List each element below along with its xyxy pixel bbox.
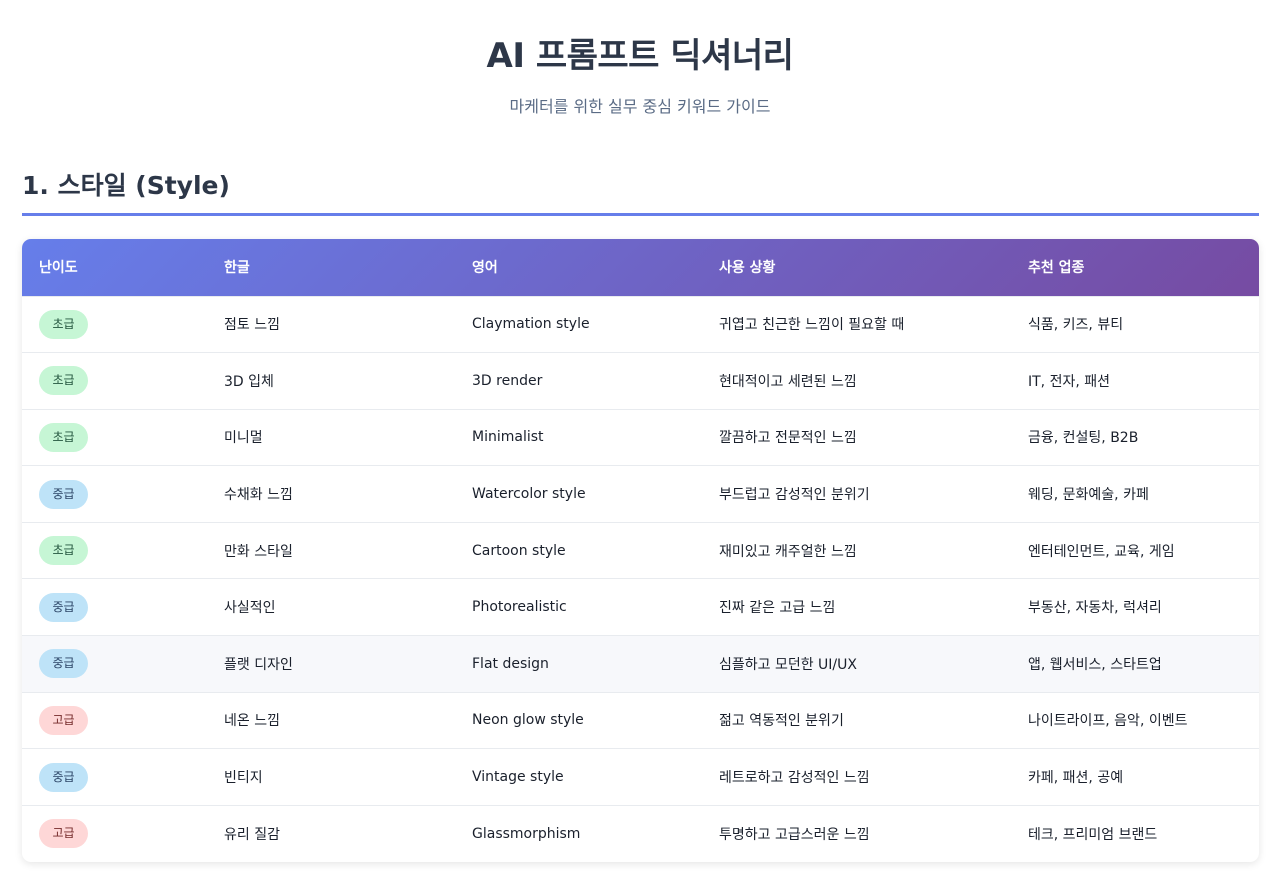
section-divider (22, 213, 1259, 216)
industry-cell: 금융, 컨설팅, B2B (1011, 408, 1259, 466)
korean-term-cell: 사실적인 (207, 578, 455, 636)
korean-term-cell: 미니멀 (207, 408, 455, 466)
page-subtitle: 마케터를 위한 실무 중심 키워드 가이드 (509, 97, 771, 116)
section-title: 1. 스타일 (Style) (22, 171, 230, 200)
table-row: 중급 빈티지 Vintage style 레트로하고 감성적인 느낌 카페, 패션, 공… (22, 748, 1259, 806)
usage-cell: 깔끔하고 전문적인 느낌 (702, 408, 1011, 466)
english-term-cell: Watercolor style (455, 465, 702, 523)
level-badge: 초급 (39, 536, 88, 566)
english-term-cell: Cartoon style (455, 521, 702, 579)
level-cell: 중급 (22, 635, 207, 693)
english-term-cell: Flat design (455, 635, 702, 693)
korean-term-cell: 수채화 느낌 (207, 465, 455, 523)
level-badge: 초급 (39, 309, 88, 339)
column-header-english: 영어 (472, 260, 498, 277)
korean-term-cell: 3D 입체 (207, 352, 455, 410)
level-badge: 중급 (39, 592, 88, 622)
style-table-card: 난이도 한글 영어 사용 상황 추천 업종 초급 점토 느낌 Claymation … (22, 239, 1259, 862)
usage-cell: 심플하고 모던한 UI/UX (702, 635, 1011, 693)
english-term-cell: Photorealistic (455, 578, 702, 636)
level-badge: 중급 (39, 649, 88, 679)
english-term-cell: Claymation style (455, 295, 702, 353)
industry-cell: 부동산, 자동차, 럭셔리 (1011, 578, 1259, 636)
english-term-cell: Glassmorphism (455, 804, 702, 862)
industry-cell: 테크, 프리미엄 브랜드 (1011, 804, 1259, 862)
korean-term-cell: 점토 느낌 (207, 295, 455, 353)
usage-cell: 재미있고 캐주얼한 느낌 (702, 521, 1011, 579)
usage-cell: 레트로하고 감성적인 느낌 (702, 748, 1011, 806)
table-row: 중급 사실적인 Photorealistic 진짜 같은 고급 느낌 부동산, 자동차,… (22, 578, 1259, 636)
korean-term-cell: 빈티지 (207, 748, 455, 806)
column-header-usage: 사용 상황 (719, 260, 776, 277)
table-row: 중급 플랫 디자인 Flat design 심플하고 모던한 UI/UX 앱, 웹서비스… (22, 635, 1259, 693)
korean-term-cell: 유리 질감 (207, 804, 455, 862)
table-row: 고급 유리 질감 Glassmorphism 투명하고 고급스러운 느낌 테크, 프리미… (22, 804, 1259, 862)
table-row: 초급 만화 스타일 Cartoon style 재미있고 캐주얼한 느낌 엔터테인먼트,… (22, 521, 1259, 579)
column-header-industry: 추천 업종 (1028, 260, 1085, 277)
industry-cell: 나이트라이프, 음악, 이벤트 (1011, 691, 1259, 749)
level-badge: 초급 (39, 422, 88, 452)
english-term-cell: Minimalist (455, 408, 702, 466)
level-badge: 고급 (39, 819, 88, 849)
column-header-level: 난이도 (39, 260, 78, 277)
table-row: 초급 점토 느낌 Claymation style 귀엽고 친근한 느낌이 필요할 때… (22, 295, 1259, 353)
table-body: 초급 점토 느낌 Claymation style 귀엽고 친근한 느낌이 필요할 때… (22, 295, 1259, 862)
column-header-korean: 한글 (224, 260, 250, 277)
level-cell: 중급 (22, 748, 207, 806)
industry-cell: 웨딩, 문화예술, 카페 (1011, 465, 1259, 523)
industry-cell: 엔터테인먼트, 교육, 게임 (1011, 521, 1259, 579)
level-cell: 중급 (22, 578, 207, 636)
usage-cell: 젊고 역동적인 분위기 (702, 691, 1011, 749)
industry-cell: 카페, 패션, 공예 (1011, 748, 1259, 806)
level-cell: 초급 (22, 295, 207, 353)
table-header-row: 난이도 한글 영어 사용 상황 추천 업종 (22, 239, 1259, 296)
level-badge: 중급 (39, 479, 88, 509)
english-term-cell: Neon glow style (455, 691, 702, 749)
table-row: 고급 네온 느낌 Neon glow style 젊고 역동적인 분위기 나이트라이프,… (22, 691, 1259, 749)
usage-cell: 귀엽고 친근한 느낌이 필요할 때 (702, 295, 1011, 353)
usage-cell: 부드럽고 감성적인 분위기 (702, 465, 1011, 523)
page-title: AI 프롬프트 딕셔너리 (486, 36, 794, 76)
level-badge: 중급 (39, 762, 88, 792)
level-cell: 초급 (22, 408, 207, 466)
level-cell: 고급 (22, 804, 207, 862)
level-cell: 중급 (22, 465, 207, 523)
style-table: 난이도 한글 영어 사용 상황 추천 업종 초급 점토 느낌 Claymation … (22, 239, 1259, 862)
level-badge: 초급 (39, 366, 88, 396)
table-row: 초급 3D 입체 3D render 현대적이고 세련된 느낌 IT, 전자, 패션 (22, 352, 1259, 410)
english-term-cell: 3D render (455, 352, 702, 410)
table-row: 중급 수채화 느낌 Watercolor style 부드럽고 감성적인 분위기 웨딩,… (22, 465, 1259, 523)
usage-cell: 진짜 같은 고급 느낌 (702, 578, 1011, 636)
usage-cell: 투명하고 고급스러운 느낌 (702, 804, 1011, 862)
level-cell: 초급 (22, 521, 207, 579)
industry-cell: IT, 전자, 패션 (1011, 352, 1259, 410)
level-badge: 고급 (39, 705, 88, 735)
industry-cell: 식품, 키즈, 뷰티 (1011, 295, 1259, 353)
level-cell: 고급 (22, 691, 207, 749)
level-cell: 초급 (22, 352, 207, 410)
table-row: 초급 미니멀 Minimalist 깔끔하고 전문적인 느낌 금융, 컨설팅, B2B (22, 408, 1259, 466)
usage-cell: 현대적이고 세련된 느낌 (702, 352, 1011, 410)
korean-term-cell: 만화 스타일 (207, 521, 455, 579)
industry-cell: 앱, 웹서비스, 스타트업 (1011, 635, 1259, 693)
korean-term-cell: 네온 느낌 (207, 691, 455, 749)
english-term-cell: Vintage style (455, 748, 702, 806)
page: AI 프롬프트 딕셔너리 마케터를 위한 실무 중심 키워드 가이드 1. 스타… (0, 0, 1280, 890)
korean-term-cell: 플랫 디자인 (207, 635, 455, 693)
